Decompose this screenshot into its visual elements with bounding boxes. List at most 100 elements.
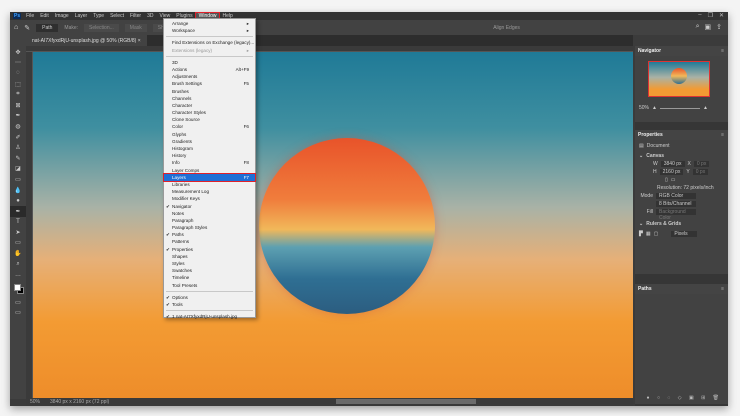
ruler-icon[interactable]: ▛ [639,231,643,237]
menu-3d[interactable]: 3D [144,13,156,19]
menu-item-libraries[interactable]: Libraries [164,181,255,188]
menu-item-adjustments[interactable]: Adjustments [164,73,255,80]
artboard-tool-icon[interactable]: ⋯ [10,58,26,69]
mode-select[interactable]: Path [36,23,59,32]
horizontal-scrollbar[interactable] [336,399,476,404]
restore-button[interactable]: ❐ [708,12,713,19]
menu-item-histogram[interactable]: Histogram [164,145,255,152]
height-field[interactable]: 2160 px [659,169,684,175]
navigator-tab[interactable]: Navigator ≡ [635,46,728,56]
quick-mask-icon[interactable]: ▭ [10,297,26,308]
eyedropper-tool-icon[interactable]: ✒ [10,111,26,122]
menu-item-layers[interactable]: Layers F7 [163,172,256,182]
menu-item-patterns[interactable]: Patterns [164,238,255,245]
panel-menu-icon[interactable]: ≡ [721,48,724,54]
menu-image[interactable]: Image [52,13,72,19]
menu-layer[interactable]: Layer [72,13,91,19]
menu-item-info[interactable]: Info F8 [164,159,255,166]
zoom-slider[interactable] [659,107,700,109]
paths-footer-icons[interactable]: ● ○ ◌ ◇ ▣ ⊞ 🗑 [647,395,722,401]
menu-item-modifier-keys[interactable]: Modifier Keys [164,195,255,202]
document-canvas[interactable] [33,52,633,398]
menu-item-timeline[interactable]: Timeline [164,274,255,281]
eraser-tool-icon[interactable]: ◪ [10,164,26,175]
navigator-zoom[interactable]: 50% [639,105,649,111]
menu-item-find-extensions-on-exchange-legacy[interactable]: Find Extensions on Exchange (legacy)... [164,39,255,46]
menu-item-layer-comps[interactable]: Layer Comps [164,167,255,174]
zoom-in-icon[interactable]: ▲ [703,105,708,111]
more-tool-icon[interactable]: … [10,269,26,280]
x-field[interactable]: 0 px [693,161,710,167]
type-tool-icon[interactable]: T [10,217,26,228]
close-tab-icon[interactable]: × [138,38,141,44]
bit-depth-select[interactable]: 8 Bits/Channel [656,201,696,207]
menu-item-3d[interactable]: 3D [164,59,255,66]
menu-item-options[interactable]: ✔ Options [164,294,255,301]
landscape-icon[interactable]: ▭ [671,177,676,183]
portrait-icon[interactable]: ▯ [665,177,668,183]
tool-preset-icon[interactable]: ✎ [24,24,30,32]
menu-item-shapes[interactable]: Shapes [164,253,255,260]
menu-filter[interactable]: Filter [127,13,144,19]
panel-menu-icon[interactable]: ≡ [721,132,724,138]
collapse-icon[interactable]: ⌄ [639,153,643,159]
home-icon[interactable]: ⌂ [14,24,18,31]
workspace-icon[interactable]: ▣ [705,23,712,31]
rectangle-tool-icon[interactable]: ▭ [10,238,26,249]
menu-item-actions[interactable]: Actions Alt+F9 [164,66,255,73]
menu-item-measurement-log[interactable]: Measurement Log [164,188,255,195]
navigator-thumbnail[interactable] [648,61,710,97]
grid-icon[interactable]: ▦ [646,231,651,237]
menu-item-paragraph-styles[interactable]: Paragraph Styles [164,224,255,231]
menu-item-styles[interactable]: Styles [164,260,255,267]
menu-type[interactable]: Type [90,13,107,19]
stamp-tool-icon[interactable]: ♙ [10,142,26,153]
menu-item-tools[interactable]: ✔ Tools [164,301,255,308]
menu-item-character-styles[interactable]: Character Styles [164,109,255,116]
share-icon[interactable]: ⇪ [716,23,722,31]
dodge-tool-icon[interactable]: ● [10,195,26,206]
fill-select[interactable]: Background Color [656,209,696,221]
menu-item-glyphs[interactable]: Glyphs [164,131,255,138]
color-swatches[interactable] [13,283,26,297]
menu-item-1-nat-ai7xfyxdrju-unsplash-jpg[interactable]: ✔ 1 nat-AI7XfyxdRjU-unsplash.jpg [164,313,255,320]
spot-heal-tool-icon[interactable]: ◍ [10,121,26,132]
units-select[interactable]: Pixels [671,231,698,237]
search-icon[interactable]: ⌕ [696,23,700,31]
menu-item-history[interactable]: History [164,152,255,159]
menu-item-workspace[interactable]: Workspace ▸ [164,27,255,34]
close-button[interactable]: ✕ [719,12,724,19]
move-tool-icon[interactable]: ✥ [10,47,26,58]
crop-tool-icon[interactable]: ⌗ [10,89,26,100]
menu-item-tool-presets[interactable]: Tool Presets [164,282,255,289]
menu-item-arrange[interactable]: Arrange ▸ [164,20,255,27]
path-select-tool-icon[interactable]: ➤ [10,227,26,238]
paths-tab[interactable]: Paths ≡ [635,284,728,294]
menu-item-properties[interactable]: ✔ Properties [164,246,255,253]
menu-item-brushes[interactable]: Brushes [164,88,255,95]
mode-select[interactable]: RGB Color [656,193,696,199]
collapse-icon[interactable]: ⌄ [639,221,643,227]
align-edges-checkbox[interactable]: Align Edges [493,25,520,31]
document-tab[interactable]: nat-AI7XfyxdRjU-unsplash.jpg @ 50% (RGB/… [26,35,147,46]
menu-item-clone-source[interactable]: Clone Source [164,116,255,123]
menu-item-color[interactable]: Color F6 [164,123,255,130]
brush-tool-icon[interactable]: ✐ [10,132,26,143]
menu-item-notes[interactable]: Notes [164,210,255,217]
width-field[interactable]: 3840 px [660,161,685,167]
menu-item-gradients[interactable]: Gradients [164,138,255,145]
properties-tab[interactable]: Properties ≡ [635,130,728,140]
menu-item-navigator[interactable]: ✔ Navigator [164,203,255,210]
mask-button[interactable]: Mask [124,23,147,32]
menu-item-brush-settings[interactable]: Brush Settings F5 [164,80,255,87]
minimize-button[interactable]: – [698,12,701,19]
menu-edit[interactable]: Edit [37,13,52,19]
screen-mode-icon[interactable]: ▭ [10,308,26,319]
menu-item-character[interactable]: Character [164,102,255,109]
zoom-tool-icon[interactable]: ⌕ [10,259,26,270]
menu-item-channels[interactable]: Channels [164,95,255,102]
history-brush-tool-icon[interactable]: ✎ [10,153,26,164]
zoom-level[interactable]: 50% [30,399,40,405]
object-select-tool-icon[interactable]: ⬚ [10,79,26,90]
menu-item-paths[interactable]: ✔ Paths [164,231,255,238]
